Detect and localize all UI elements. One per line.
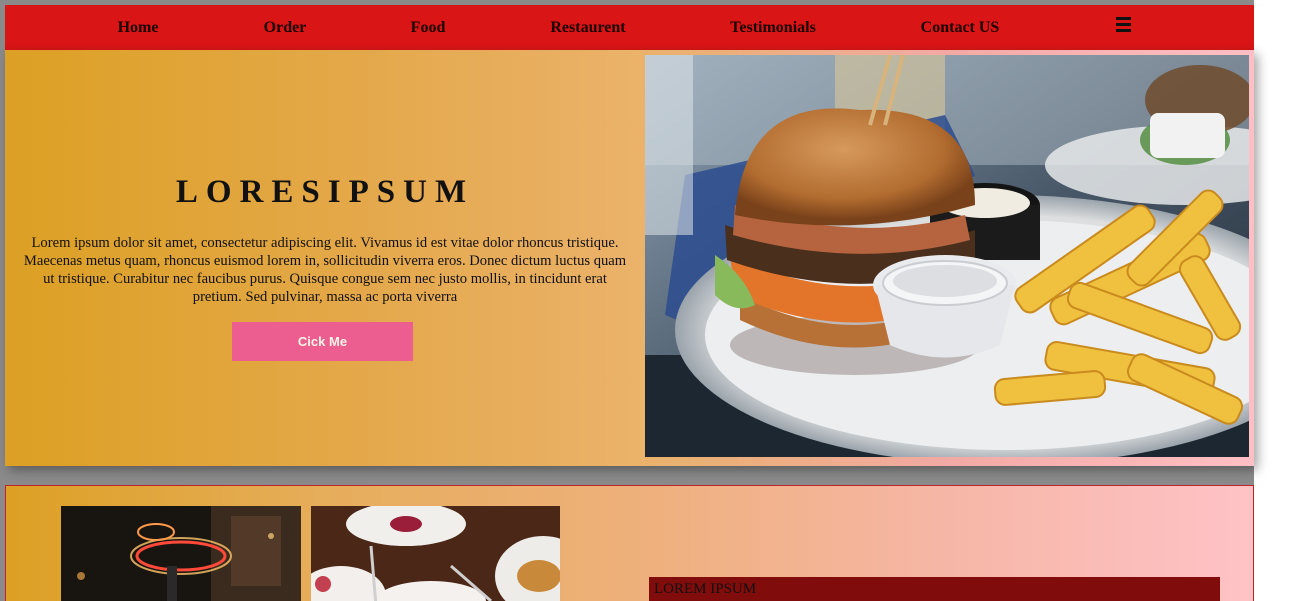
hero-section: LORESIPSUM Lorem ipsum dolor sit amet, c…: [5, 50, 1254, 466]
hero-paragraph: Lorem ipsum dolor sit amet, consectetur …: [23, 235, 627, 305]
nav-order[interactable]: Order: [264, 5, 307, 50]
neon-sign-street-photo: [61, 506, 301, 601]
hero-text-panel: LORESIPSUM Lorem ipsum dolor sit amet, c…: [5, 50, 645, 466]
restaurant-dishes-photo: [311, 506, 560, 601]
section-heading-bar: LOREM IPSUM: [649, 577, 1220, 601]
nav-testimonials[interactable]: Testimonials: [730, 5, 816, 50]
nav-restaurent[interactable]: Restaurent: [550, 5, 625, 50]
burger-and-fries-photo: [645, 55, 1249, 457]
click-me-button[interactable]: Cick Me: [232, 322, 413, 361]
hamburger-menu-icon[interactable]: [1116, 17, 1131, 37]
nav-food[interactable]: Food: [411, 5, 446, 50]
navbar: Home Order Food Restaurent Testimonials …: [5, 5, 1254, 50]
hero-title: LORESIPSUM: [175, 174, 475, 210]
nav-contact-us[interactable]: Contact US: [921, 5, 1000, 50]
nav-home[interactable]: Home: [118, 5, 159, 50]
gallery-section: LOREM IPSUM: [5, 485, 1254, 601]
